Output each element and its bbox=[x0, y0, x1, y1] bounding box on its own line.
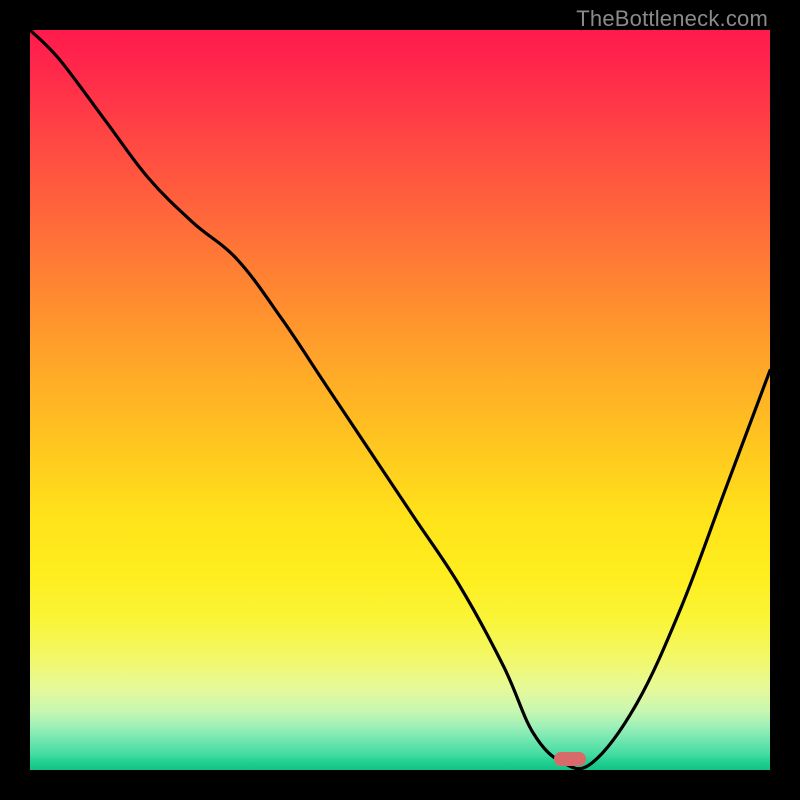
watermark-text: TheBottleneck.com bbox=[576, 6, 768, 32]
bottleneck-curve-path bbox=[30, 30, 770, 769]
plot-area bbox=[30, 30, 770, 770]
curve-svg bbox=[30, 30, 770, 770]
chart-frame: TheBottleneck.com bbox=[0, 0, 800, 800]
optimal-marker bbox=[554, 752, 586, 766]
